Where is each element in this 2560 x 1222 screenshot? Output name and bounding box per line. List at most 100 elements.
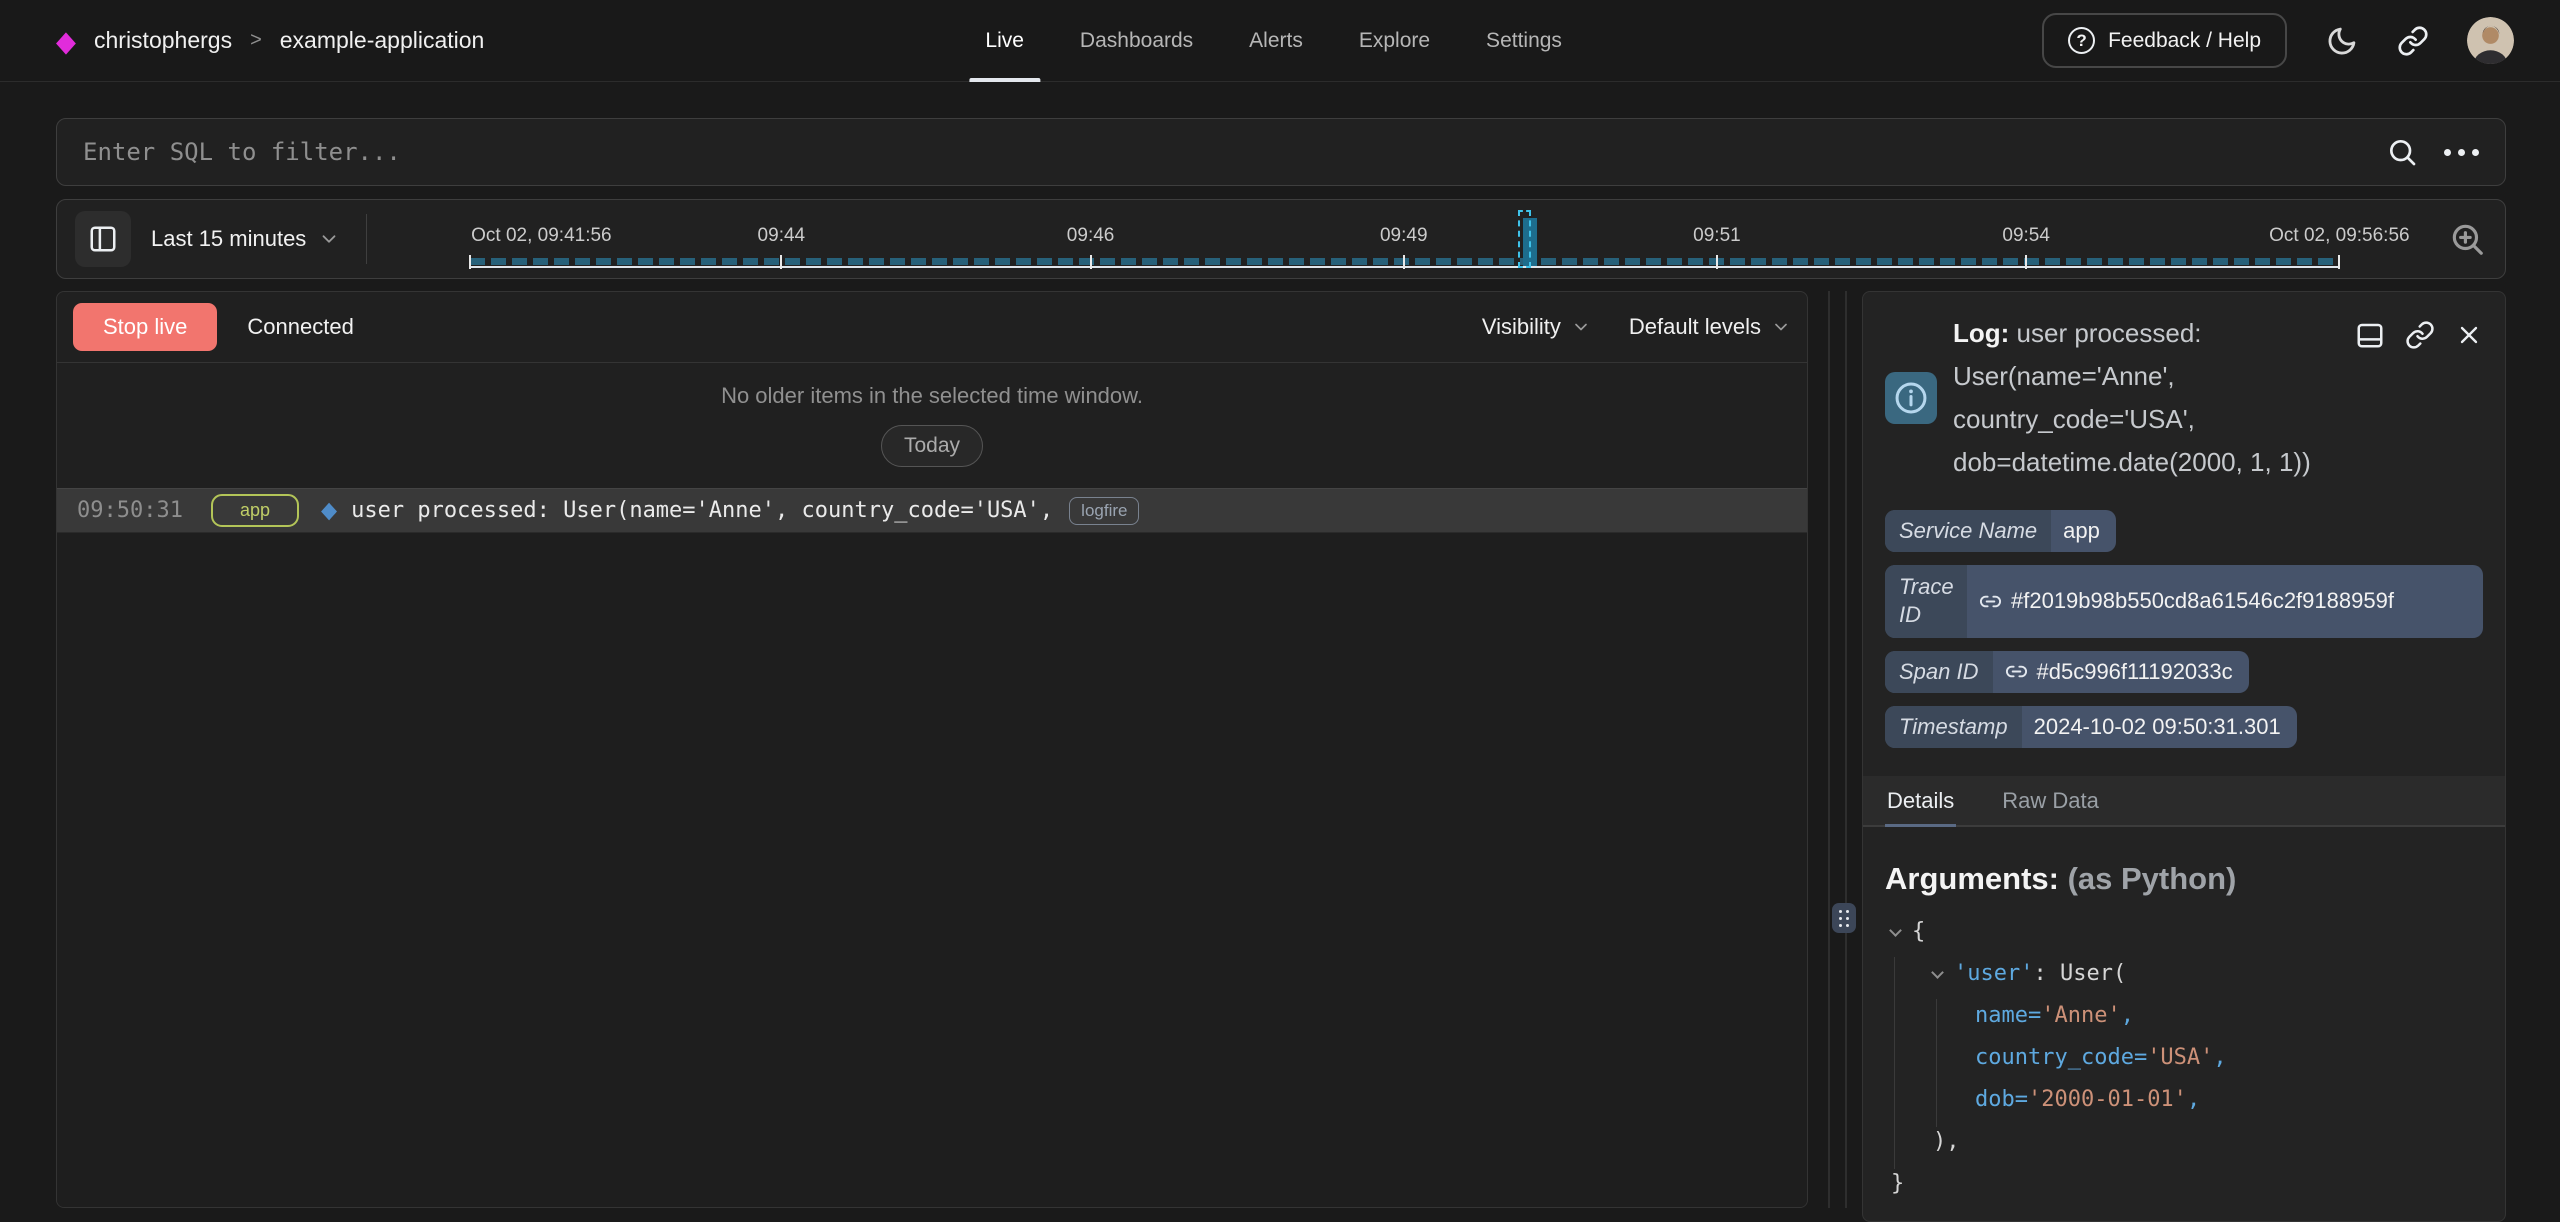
chip-label: Timestamp: [1885, 706, 2022, 748]
tab-dashboards[interactable]: Dashboards: [1052, 0, 1221, 82]
log-detail-panel: Log: user processed: User(name='Anne', c…: [1862, 291, 2506, 1222]
code-token: ,: [2187, 1087, 2200, 1112]
timeline-spike-selection: [1518, 210, 1531, 268]
collapse-chevron-icon[interactable]: [1931, 966, 1944, 979]
tab-settings[interactable]: Settings: [1458, 0, 1590, 82]
indent-guide: [1894, 957, 1895, 1169]
link-icon[interactable]: [2005, 660, 2028, 683]
dark-mode-moon-icon[interactable]: [2325, 24, 2359, 58]
panel-resize-handle[interactable]: [1832, 903, 1856, 933]
code-line: {: [1885, 911, 2483, 953]
code-token: name=: [1975, 1003, 2041, 1028]
tab-live[interactable]: Live: [957, 0, 1052, 82]
time-range-label: Last 15 minutes: [151, 226, 306, 252]
chip-value: 2024-10-02 09:50:31.301: [2022, 706, 2297, 748]
code-line: name='Anne',: [1885, 995, 2483, 1037]
code-token: }: [1891, 1171, 1904, 1196]
feedback-help-button[interactable]: Feedback / Help: [2042, 13, 2287, 68]
timeline-tick: 09:51: [1716, 255, 1718, 269]
breadcrumb: ◆ christophergs > example-application: [56, 27, 484, 54]
chip-label: Span ID: [1885, 651, 1993, 693]
nav-right: Feedback / Help: [2042, 13, 2514, 68]
logfire-logo-icon[interactable]: ◆: [56, 26, 76, 55]
chip-value[interactable]: #f2019b98b550cd8a61546c2f9188959f: [1967, 580, 2410, 622]
share-link-icon[interactable]: [2397, 25, 2429, 57]
arguments-label: Arguments:: [1885, 861, 2059, 896]
code-line: 'user': User(: [1885, 953, 2483, 995]
tab-explore[interactable]: Explore: [1331, 0, 1458, 82]
chip-value[interactable]: #d5c996f11192033c: [1993, 651, 2249, 693]
arguments-heading: Arguments: (as Python): [1885, 861, 2483, 897]
question-circle-icon: [2068, 27, 2095, 54]
link-icon[interactable]: [1979, 590, 2002, 613]
service-badge: app: [211, 494, 299, 528]
nav-tabs: LiveDashboardsAlertsExploreSettings: [957, 0, 1590, 82]
sql-filter-input[interactable]: [83, 138, 2386, 166]
breadcrumb-org[interactable]: christophergs: [94, 27, 232, 54]
timeline-start-label: Oct 02, 09:41:56: [471, 225, 612, 247]
code-line: country_code='USA',: [1885, 1037, 2483, 1079]
zoom-in-icon[interactable]: [2447, 220, 2487, 258]
code-line: }: [1885, 1163, 2483, 1205]
code-token: ),: [1933, 1129, 1960, 1154]
connection-status: Connected: [247, 314, 353, 340]
chevron-down-icon: [318, 228, 340, 250]
code-line: dob='2000-01-01',: [1885, 1079, 2483, 1121]
dock-panel-icon[interactable]: [2355, 320, 2385, 350]
live-log-header: Stop live Connected Visibility Default l…: [57, 292, 1807, 363]
default-levels-dropdown[interactable]: Default levels: [1629, 314, 1791, 340]
code-token: ,: [2213, 1045, 2226, 1070]
time-range-dropdown[interactable]: Last 15 minutes: [151, 226, 340, 252]
arguments-code-block: {'user': User(name='Anne',country_code='…: [1885, 911, 2483, 1205]
detail-header-icons: [2355, 320, 2483, 350]
search-icon[interactable]: [2386, 136, 2418, 168]
attribute-chips: Service NameappTrace ID#f2019b98b550cd8a…: [1885, 510, 2483, 748]
top-navbar: ◆ christophergs > example-application Li…: [0, 0, 2560, 82]
timeline-tick: 09:44: [780, 255, 782, 269]
code-token: dob=: [1975, 1087, 2028, 1112]
log-row-time: 09:50:31: [77, 498, 183, 523]
code-token: {: [1912, 919, 1925, 944]
chip-label: Service Name: [1885, 510, 2051, 552]
timeline-dashes: [470, 258, 2339, 265]
log-level-diamond-icon: ◆: [321, 499, 337, 522]
user-avatar[interactable]: [2467, 17, 2514, 64]
timeline-bar: Last 15 minutes Oct 02, 09:41:56 Oct 02,…: [56, 199, 2506, 279]
more-options-icon[interactable]: [2444, 149, 2479, 156]
detail-tab-details[interactable]: Details: [1885, 776, 1956, 827]
content-area: Stop live Connected Visibility Default l…: [56, 291, 2506, 1222]
attribute-chip-span-id: Span ID#d5c996f11192033c: [1885, 651, 2249, 693]
stop-live-button[interactable]: Stop live: [73, 303, 217, 351]
breadcrumb-project[interactable]: example-application: [280, 27, 485, 54]
collapse-chevron-icon[interactable]: [1889, 924, 1902, 937]
timeline-end-tick: Oct 02, 09:56:56: [2338, 255, 2340, 269]
code-token: 'USA': [2147, 1045, 2213, 1070]
tab-alerts[interactable]: Alerts: [1221, 0, 1331, 82]
log-list-empty-space: [57, 533, 1807, 1207]
detail-tab-raw-data[interactable]: Raw Data: [2000, 776, 2101, 827]
scope-badge: logfire: [1069, 497, 1139, 525]
code-token: User(: [2060, 961, 2126, 986]
arguments-format-label: (as Python): [2068, 861, 2237, 896]
timeline-activity-spike: [1518, 206, 1548, 266]
sidebar-toggle-button[interactable]: [75, 211, 131, 267]
timeline-tick-label: 09:49: [1380, 225, 1428, 247]
empty-message: No older items in the selected time wind…: [57, 383, 1807, 409]
avatar-photo: [2467, 17, 2514, 64]
copy-link-icon[interactable]: [2405, 320, 2435, 350]
code-token: 'Anne': [2041, 1003, 2120, 1028]
timeline-plot[interactable]: Oct 02, 09:41:56 Oct 02, 09:56:56 09:44 0…: [393, 200, 2363, 278]
timeline-tick-label: 09:54: [2002, 225, 2050, 247]
code-token: country_code=: [1975, 1045, 2147, 1070]
visibility-dropdown[interactable]: Visibility: [1482, 314, 1591, 340]
sql-filter-bar: [56, 118, 2506, 186]
panel-divider: [1845, 291, 1847, 1208]
chip-value-text: app: [2063, 518, 2100, 544]
log-row-message: user processed: User(name='Anne', countr…: [351, 498, 1053, 523]
close-icon[interactable]: [2455, 320, 2483, 350]
today-button[interactable]: Today: [881, 425, 983, 467]
log-row[interactable]: 09:50:31 app ◆ user processed: User(name…: [57, 488, 1807, 533]
code-token: '2000-01-01': [2028, 1087, 2187, 1112]
info-level-icon: [1885, 372, 1937, 424]
default-levels-label: Default levels: [1629, 314, 1761, 340]
